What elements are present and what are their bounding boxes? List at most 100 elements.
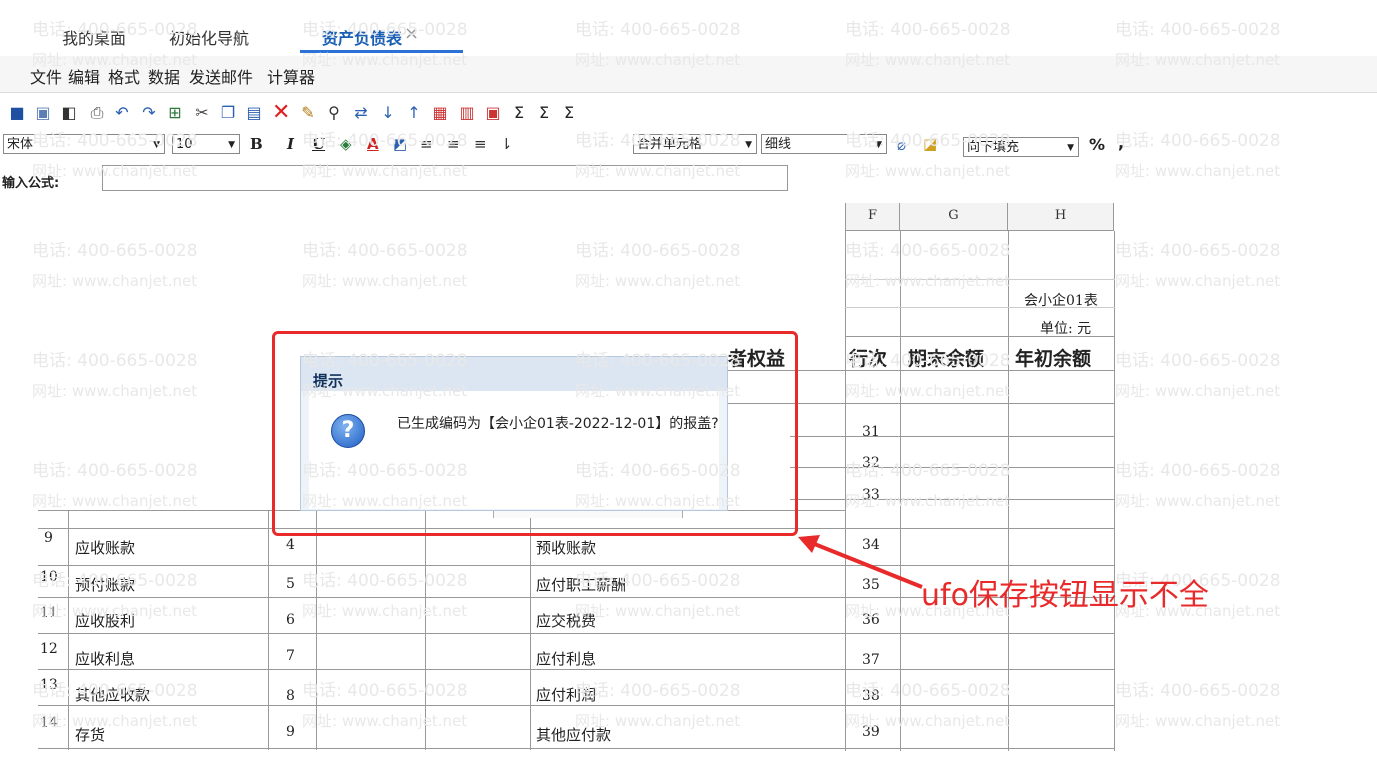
liability-name: 预收账款 xyxy=(536,539,597,557)
replace-icon[interactable]: ⇄ xyxy=(352,104,370,122)
undo-icon[interactable]: ↶ xyxy=(113,104,131,122)
grid-line xyxy=(1008,231,1009,751)
table-code: 会小企01表 xyxy=(1024,293,1098,309)
cut-icon[interactable]: ✂ xyxy=(193,104,211,122)
line-style-select[interactable]: 细线 ▼ xyxy=(761,134,887,154)
menu-format[interactable]: 格式 xyxy=(108,64,140,88)
formula-input[interactable] xyxy=(102,165,788,191)
sort-asc-icon[interactable]: ↓ xyxy=(379,104,397,122)
menu-file[interactable]: 文件 xyxy=(30,64,62,88)
menu-edit[interactable]: 编辑 xyxy=(68,64,100,88)
font-size-value: 10 xyxy=(176,137,193,152)
calc-icon[interactable]: ▣ xyxy=(484,104,502,122)
tab-my-desktop[interactable]: 我的桌面 xyxy=(62,25,126,49)
menu-bar: 文件 编辑 格式 数据 发送邮件 计算器 xyxy=(0,56,1377,93)
paste-icon[interactable]: ▤ xyxy=(245,104,263,122)
watermark-site: 网址: www.chanjet.net xyxy=(845,382,1011,400)
grid-line xyxy=(316,510,317,750)
find-icon[interactable]: ⚲ xyxy=(325,104,343,122)
align-center-icon[interactable]: ≡ xyxy=(447,135,460,153)
annotation-text: ufo保存按钮显示不全 xyxy=(921,578,1209,613)
tab-init-guide[interactable]: 初始化导航 xyxy=(169,25,249,49)
grid-line xyxy=(790,467,1115,468)
watermark-site: 网址: www.chanjet.net xyxy=(845,272,1011,290)
format-painter-icon[interactable]: ◪ xyxy=(923,135,937,153)
grid-line xyxy=(790,499,1115,500)
grid-line xyxy=(38,565,1115,566)
row-header[interactable]: 9 xyxy=(44,530,53,546)
header-begin-balance: 年初余额 xyxy=(1015,348,1092,370)
align-left-icon[interactable]: ≡ xyxy=(420,135,433,153)
liability-name: 应付职工薪酬 xyxy=(536,576,627,594)
column-header-f[interactable]: F xyxy=(845,203,900,231)
sum-icon[interactable]: Σ xyxy=(510,104,528,122)
menu-calculator[interactable]: 计算器 xyxy=(267,64,315,88)
delete-icon[interactable]: ✕ xyxy=(272,102,290,124)
brush-icon[interactable]: ✎ xyxy=(299,104,317,122)
row-header[interactable]: 10 xyxy=(40,569,58,585)
header-row-number: 行次 xyxy=(849,348,888,370)
border-icon[interactable]: ◩ xyxy=(393,135,407,153)
chevron-down-icon: ▼ xyxy=(1067,143,1074,153)
watermark-site: 网址: www.chanjet.net xyxy=(575,272,741,290)
percent-button[interactable]: % xyxy=(1089,135,1105,154)
asset-name: 其他应收款 xyxy=(75,686,151,704)
row-number: 33 xyxy=(862,487,880,503)
row-header[interactable]: 14 xyxy=(40,715,58,731)
active-tab-indicator xyxy=(300,50,463,53)
grid-line xyxy=(1114,231,1115,751)
tab-bar: 我的桌面 初始化导航 资产负债表 × xyxy=(0,0,1377,53)
watermark-site: 网址: www.chanjet.net xyxy=(302,272,468,290)
font-size-select[interactable]: 10 ▼ xyxy=(172,134,240,154)
formula-bar: 输入公式: xyxy=(0,162,790,192)
insert-row-icon[interactable]: ▦ xyxy=(431,104,449,122)
redo-icon[interactable]: ↷ xyxy=(140,104,158,122)
asset-line: 6 xyxy=(286,612,295,628)
fill-down-select[interactable]: 向下填充 ▼ xyxy=(963,137,1079,157)
sum-col-icon[interactable]: Σ xyxy=(560,104,578,122)
watermark-site: 网址: www.chanjet.net xyxy=(32,272,198,290)
print-preview-icon[interactable]: ◧ xyxy=(60,104,78,122)
grid-icon[interactable]: ⊞ xyxy=(166,104,184,122)
column-header-g[interactable]: G xyxy=(900,203,1008,231)
underline-button[interactable]: U xyxy=(312,135,325,153)
save-icon[interactable]: ■ xyxy=(8,104,26,122)
watermark-site: 网址: www.chanjet.net xyxy=(575,602,741,620)
copy-icon[interactable]: ❐ xyxy=(219,104,237,122)
row-header[interactable]: 13 xyxy=(40,677,58,693)
line-style-value: 细线 xyxy=(765,137,792,152)
row-number: 39 xyxy=(862,724,880,740)
merge-cells-select[interactable]: 合并单元格 ▼ xyxy=(633,134,757,154)
menu-data[interactable]: 数据 xyxy=(148,64,180,88)
font-name-select[interactable]: 宋体 ▼ xyxy=(3,134,165,154)
row-header[interactable]: 12 xyxy=(40,641,58,657)
font-color-icon[interactable]: A xyxy=(367,135,379,153)
eraser-icon[interactable]: ⌀ xyxy=(897,136,906,154)
asset-name: 应收股利 xyxy=(75,612,136,630)
bold-button[interactable]: B xyxy=(250,135,263,153)
wrap-text-icon[interactable]: ⇂ xyxy=(500,135,513,153)
watermark-site: 网址: www.chanjet.net xyxy=(302,602,468,620)
italic-button[interactable]: I xyxy=(287,135,294,153)
watermark-phone: 电话: 400-665-0028 xyxy=(1115,351,1281,371)
sort-desc-icon[interactable]: ↑ xyxy=(405,104,423,122)
grid-line xyxy=(38,705,1115,706)
merge-cells-value: 合并单元格 xyxy=(637,137,703,152)
watermark-site: 网址: www.chanjet.net xyxy=(1115,162,1281,180)
row-number: 37 xyxy=(862,652,880,668)
print-icon[interactable]: ⎙ xyxy=(88,104,106,122)
chevron-down-icon: ▼ xyxy=(228,140,235,150)
tab-close-icon[interactable]: × xyxy=(404,23,419,44)
tab-balance-sheet[interactable]: 资产负债表 xyxy=(322,25,402,49)
sum-row-icon[interactable]: Σ xyxy=(535,104,553,122)
insert-col-icon[interactable]: ▥ xyxy=(458,104,476,122)
comma-button[interactable]: , xyxy=(1118,133,1124,152)
align-right-icon[interactable]: ≡ xyxy=(474,135,487,153)
menu-send-email[interactable]: 发送邮件 xyxy=(189,64,253,88)
fill-color-icon[interactable]: ◈ xyxy=(340,135,352,153)
watermark-phone: 电话: 400-665-0028 xyxy=(1115,461,1281,481)
liability-name: 应交税费 xyxy=(536,612,597,630)
row-header[interactable]: 11 xyxy=(40,605,58,621)
column-header-h[interactable]: H xyxy=(1008,203,1114,231)
save-as-icon[interactable]: ▣ xyxy=(34,104,52,122)
